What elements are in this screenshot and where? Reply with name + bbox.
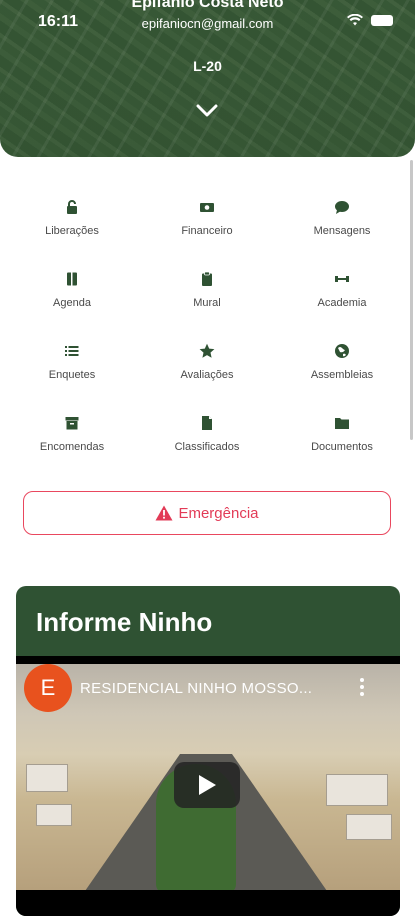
- video-title[interactable]: RESIDENCIAL NINHO MOSSO...: [80, 680, 312, 697]
- folder-icon: [335, 418, 349, 429]
- video-player[interactable]: E RESIDENCIAL NINHO MOSSO...: [16, 656, 400, 916]
- menu-item-enquetes[interactable]: Enquetes: [3, 343, 141, 381]
- menu-item-label: Encomendas: [39, 441, 105, 453]
- play-icon: [199, 775, 216, 795]
- play-button[interactable]: [174, 762, 240, 808]
- list-icon: [65, 346, 79, 356]
- menu-item-avaliacoes[interactable]: Avaliações: [138, 343, 276, 381]
- house-shape: [346, 814, 392, 840]
- menu-item-label: Classificados: [174, 441, 240, 453]
- house-shape: [326, 774, 388, 806]
- dumbbell-icon: [335, 276, 349, 282]
- house-shape: [36, 804, 72, 826]
- menu-item-label: Mural: [193, 297, 221, 309]
- menu-item-assembleias[interactable]: Assembleias: [273, 343, 411, 381]
- news-card-title: Informe Ninho: [36, 607, 213, 637]
- channel-avatar[interactable]: E: [24, 664, 72, 712]
- menu-item-academia[interactable]: Academia: [273, 271, 411, 309]
- chat-icon: [335, 201, 349, 214]
- globe-icon: [335, 344, 349, 358]
- menu-item-documentos[interactable]: Documentos: [273, 415, 411, 453]
- menu-item-label: Liberações: [45, 225, 99, 237]
- menu-item-label: Agenda: [53, 297, 91, 309]
- more-options-icon[interactable]: [360, 678, 364, 699]
- lock-icon: [67, 200, 77, 214]
- menu-item-label: Academia: [317, 297, 367, 309]
- book-icon: [67, 272, 77, 286]
- menu-item-liberacoes[interactable]: Liberações: [3, 199, 141, 237]
- clipboard-icon: [202, 271, 212, 286]
- emergency-label: Emergência: [178, 504, 259, 522]
- money-icon: [200, 203, 214, 212]
- menu-item-classificados[interactable]: Classificados: [138, 415, 276, 453]
- star-icon: [199, 343, 215, 358]
- menu-item-mensagens[interactable]: Mensagens: [273, 199, 411, 237]
- user-email: epifaniocn@gmail.com: [141, 16, 274, 31]
- package-icon: [65, 417, 79, 430]
- emergency-button[interactable]: Emergência: [23, 491, 391, 535]
- menu-item-encomendas[interactable]: Encomendas: [3, 415, 141, 453]
- menu-item-mural[interactable]: Mural: [138, 271, 276, 309]
- menu-item-label: Mensagens: [313, 225, 371, 237]
- chevron-down-icon[interactable]: [196, 104, 218, 118]
- menu-item-financeiro[interactable]: Financeiro: [138, 199, 276, 237]
- menu-item-agenda[interactable]: Agenda: [3, 271, 141, 309]
- menu-item-label: Avaliações: [180, 369, 234, 381]
- unit-label: L-20: [193, 58, 222, 74]
- scrollbar[interactable]: [410, 160, 413, 440]
- menu-item-label: Documentos: [311, 441, 373, 453]
- menu-item-label: Financeiro: [181, 225, 233, 237]
- menu-item-label: Assembleias: [310, 369, 374, 381]
- menu-item-label: Enquetes: [48, 369, 96, 381]
- news-card: Informe Ninho E RESIDENCIAL NINHO MOSSO.…: [16, 586, 400, 916]
- user-name: Epifanio Costa Neto: [131, 0, 284, 11]
- warning-icon: [155, 505, 173, 521]
- house-shape: [26, 764, 68, 792]
- profile-header: 16:11 Epifanio Costa Neto epifaniocn@gma…: [0, 0, 415, 157]
- file-icon: [202, 416, 212, 430]
